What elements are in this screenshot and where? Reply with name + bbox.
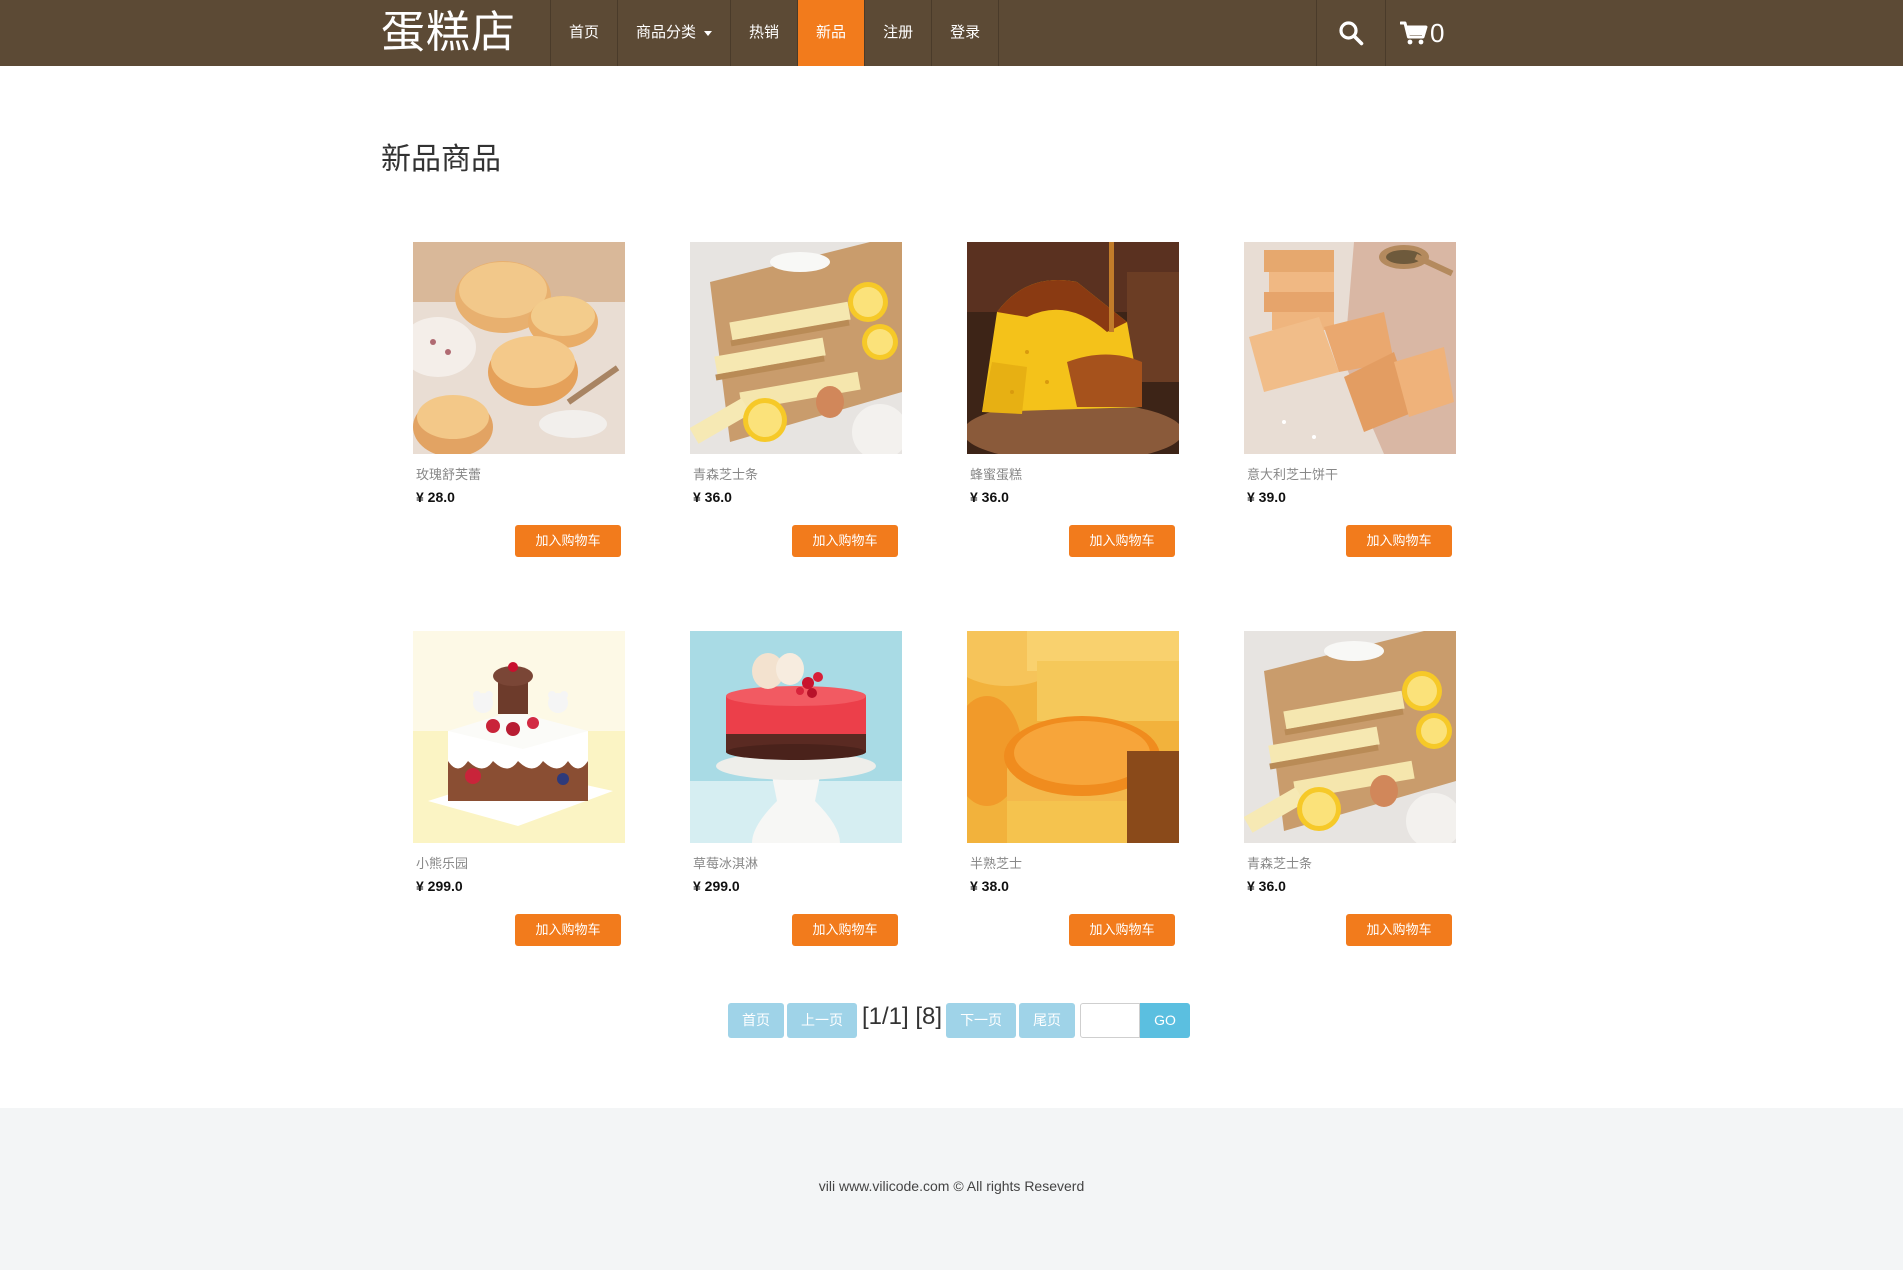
product-name[interactable]: 青森芝士条 [1247,853,1312,872]
product-name[interactable]: 小熊乐园 [416,853,468,872]
nav-item-hot[interactable]: 热销 [731,0,799,66]
first-page-button[interactable]: 首页 [728,1002,784,1038]
product-price: ¥ 299.0 [416,878,463,894]
nav-item-home[interactable]: 首页 [551,0,619,66]
product-price: ¥ 299.0 [693,878,740,894]
strawberry-ice-cream-cake-image[interactable] [690,631,902,843]
product-price: ¥ 36.0 [970,489,1009,505]
add-to-cart-button[interactable]: 加入购物车 [1346,525,1452,557]
cart-count: 0 [1430,17,1445,48]
nav-item-label: 登录 [950,24,981,41]
product-card: 小熊乐园 ¥ 299.0 加入购物车 [413,631,625,946]
product-card: 玫瑰舒芙蕾 ¥ 28.0 加入购物车 [413,242,625,557]
add-to-cart-button[interactable]: 加入购物车 [515,525,621,557]
product-price: ¥ 28.0 [416,489,455,505]
nav-item-label: 商品分类 [636,24,697,41]
page-title: 新品商品 [381,142,501,177]
product-price: ¥ 36.0 [693,489,732,505]
product-card: 青森芝士条 ¥ 36.0 加入购物车 [690,242,902,557]
pagination: 首页 上一页 [1/1] [8] 下一页 尾页 GO [728,1000,1190,1040]
nav-item-new[interactable]: 新品 [798,0,866,66]
product-card: 半熟芝士 ¥ 38.0 加入购物车 [967,631,1179,946]
product-name[interactable]: 半熟芝士 [970,853,1022,872]
caret-down-icon [704,30,713,36]
rose-souffle-image[interactable] [413,242,625,454]
main-nav: 首页 商品分类 热销 新品 注册 登录 [550,0,1000,66]
half-baked-cheese-image[interactable] [967,631,1179,843]
nav-item-register[interactable]: 注册 [865,0,933,66]
nav-item-label: 热销 [749,24,780,41]
nav-actions: 0 [1316,0,1458,66]
cart-button[interactable]: 0 [1386,0,1458,66]
nav-item-label: 首页 [569,24,600,41]
prev-page-button[interactable]: 上一页 [787,1002,857,1038]
nav-item-login[interactable]: 登录 [932,0,1000,66]
product-name[interactable]: 草莓冰淇淋 [693,853,758,872]
cheese-bars-image[interactable] [1244,631,1456,843]
add-to-cart-button[interactable]: 加入购物车 [792,914,898,946]
go-button[interactable]: GO [1140,1002,1190,1038]
search-button[interactable] [1317,0,1386,66]
cheese-biscuits-image[interactable] [1244,242,1456,454]
product-price: ¥ 36.0 [1247,878,1286,894]
add-to-cart-button[interactable]: 加入购物车 [1346,914,1452,946]
product-card: 草莓冰淇淋 ¥ 299.0 加入购物车 [690,631,902,946]
nav-item-label: 新品 [816,24,847,41]
product-card: 意大利芝士饼干 ¥ 39.0 加入购物车 [1244,242,1456,557]
product-name[interactable]: 玫瑰舒芙蕾 [416,464,481,483]
cheese-bars-image[interactable] [690,242,902,454]
product-card: 蜂蜜蛋糕 ¥ 36.0 加入购物车 [967,242,1179,557]
brand-logo[interactable]: 蛋糕店 [381,4,516,62]
product-price: ¥ 39.0 [1247,489,1286,505]
next-page-button[interactable]: 下一页 [946,1002,1017,1038]
product-card: 青森芝士条 ¥ 36.0 加入购物车 [1244,631,1456,946]
search-icon [1339,21,1364,46]
add-to-cart-button[interactable]: 加入购物车 [1069,525,1175,557]
product-name[interactable]: 青森芝士条 [693,464,758,483]
page-info: [1/1] [8] [862,1003,943,1030]
cart-icon [1400,21,1428,45]
honey-cake-image[interactable] [967,242,1179,454]
footer: vili www.vilicode.com © All rights Resev… [0,1108,1903,1270]
add-to-cart-button[interactable]: 加入购物车 [1069,914,1175,946]
nav-item-categories[interactable]: 商品分类 [618,0,732,66]
page-number-input[interactable] [1080,1002,1141,1038]
product-price: ¥ 38.0 [970,878,1009,894]
top-navbar: 蛋糕店 首页 商品分类 热销 新品 注册 登录 0 [0,0,1903,66]
footer-copyright: vili www.vilicode.com © All rights Resev… [818,1178,1085,1194]
bear-cake-image[interactable] [413,631,625,843]
product-name[interactable]: 蜂蜜蛋糕 [970,464,1022,483]
nav-item-label: 注册 [883,24,914,41]
add-to-cart-button[interactable]: 加入购物车 [515,914,621,946]
product-name[interactable]: 意大利芝士饼干 [1247,464,1338,483]
add-to-cart-button[interactable]: 加入购物车 [792,525,898,557]
last-page-button[interactable]: 尾页 [1019,1002,1076,1038]
